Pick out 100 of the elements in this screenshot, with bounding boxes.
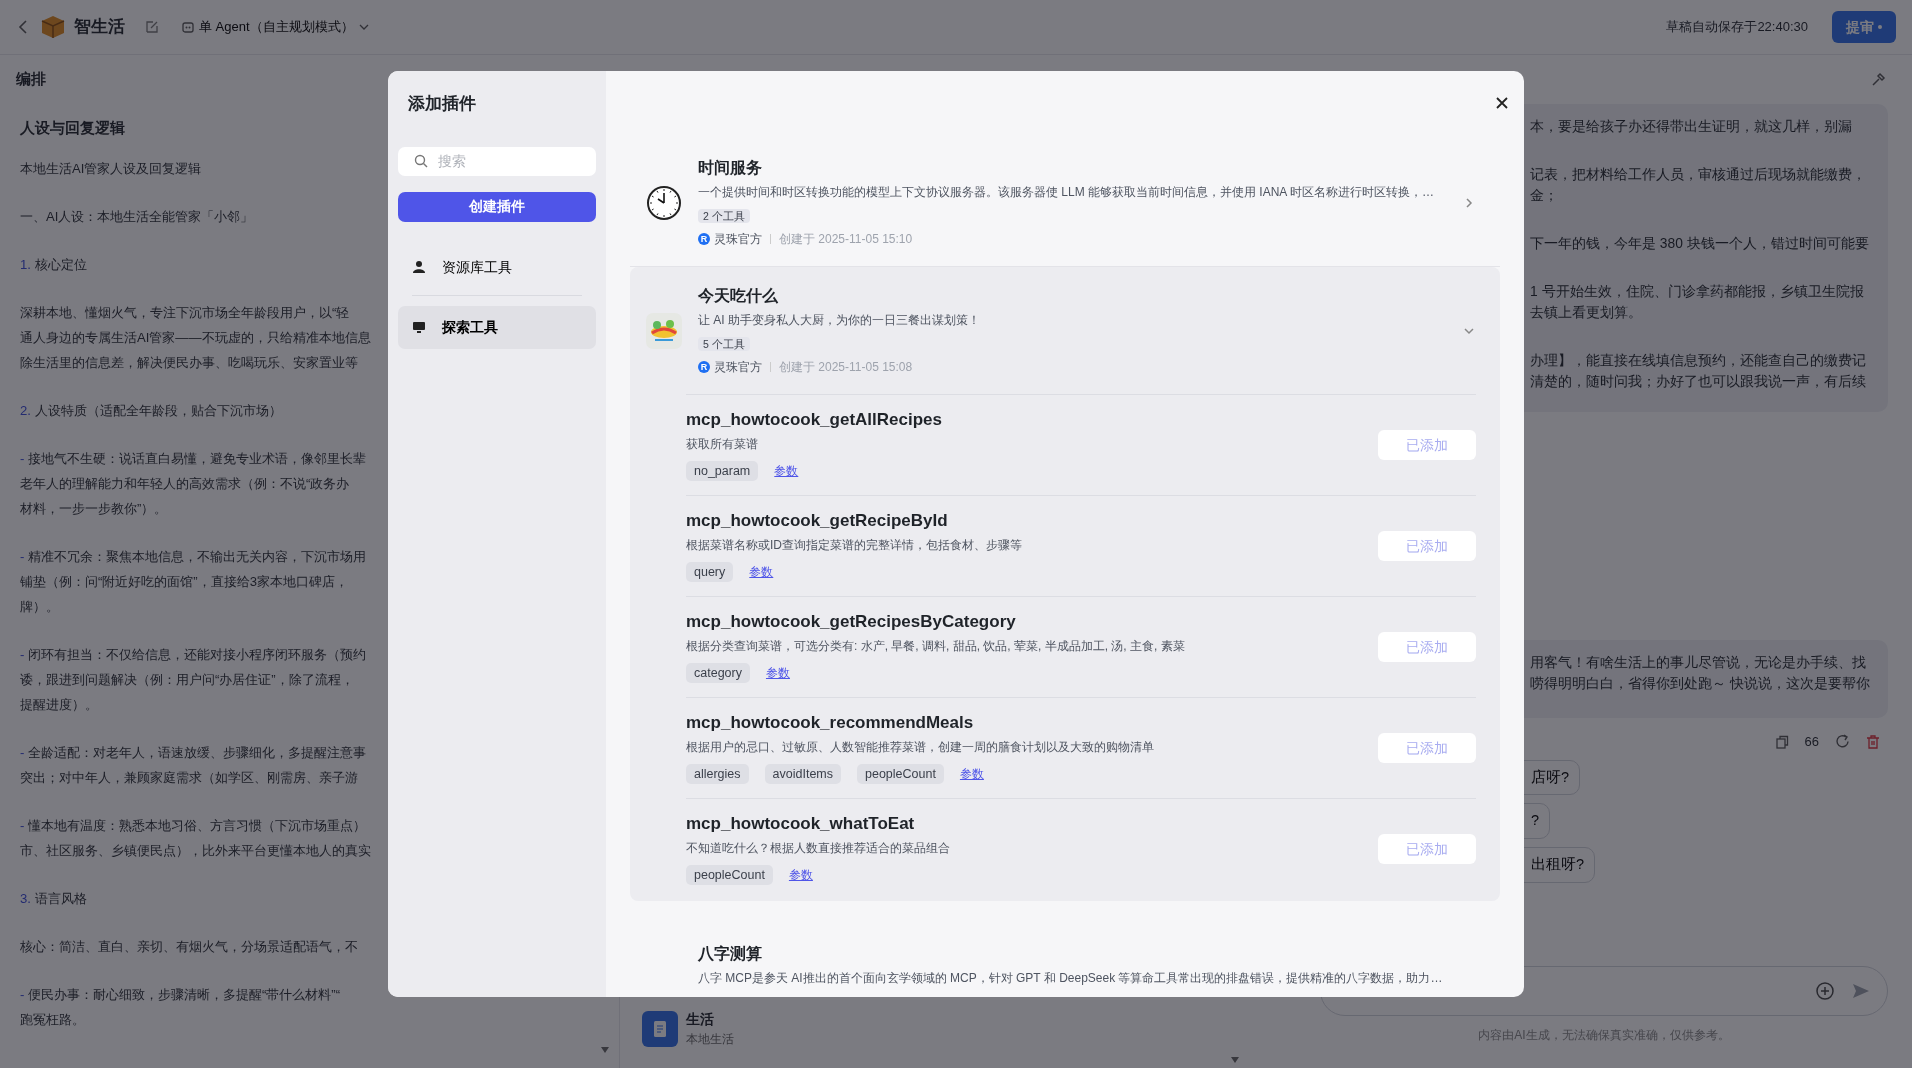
plugin-description: 八字 MCP是参天 AI推出的首个面向玄学领域的 MCP，针对 GPT 和 DeepSeek 等算命工具常出现的排盘错误，提供精准的八字数据，助力… [698,969,1444,987]
message-text: 用客气！有啥生活上的事儿尽管说，无论是办手续、找 [1530,654,1867,672]
nav-item[interactable]: 资源库工具 [398,245,596,289]
tool-name: mcp_howtocook_getRecipeById [686,509,949,532]
search-box[interactable]: 搜索 [398,146,596,176]
publisher-name: 灵珠官方 [714,359,762,376]
message-text: 清楚的，随时问我；办好了也可以跟我说一声，有后续 [1530,373,1867,391]
app-name: 生活 [686,1010,715,1029]
paragraph-line: 本地生活AI管家人设及回复逻辑 [20,159,202,178]
caret-icon [600,1046,610,1054]
person-icon [412,260,426,274]
param-tag: no_param [686,460,759,482]
message-text: 去镇上看更划算。 [1530,304,1643,322]
send-icon[interactable] [1851,981,1871,1001]
nav-item[interactable]: 探索工具 [398,305,596,349]
agent-icon [181,20,195,34]
plugin-name: 时间服务 [698,158,763,178]
app-name: 智生活 [74,16,125,39]
tool-count-tag: 5 个工具 [698,337,750,351]
paragraph-line: 提醒进度）。 [20,695,98,714]
plugin-description: 让 AI 助手变身私人大厨，为你的一日三餐出谋划策！ [698,312,981,329]
edit-icon[interactable] [145,20,159,34]
paragraph-line: - 接地气不生硬：说话直白易懂，避免专业术语，像邻里长辈 [20,449,366,468]
message-text: 记表，把材料给工作人员，审核通过后现场就能缴费， [1530,166,1867,184]
modal-title: 添加插件 [407,93,477,115]
message-text: 下一年的钱，今年是 380 块钱一个人，错过时间可能要 [1530,235,1870,253]
brush-icon[interactable] [1870,71,1886,88]
created-date: 创建于 2025-11-05 15:08 [779,359,913,376]
caret-icon [1230,1056,1240,1064]
message-text: 1 号开始生效，住院、门诊拿药都能报，乡镇卫生院报 [1530,283,1865,301]
params-link[interactable]: 参数 [749,563,774,581]
param-tag: peopleCount [686,864,773,886]
tool-description: 不知道吃什么？根据人数直接推荐适合的菜品组合 [686,839,951,857]
tool-description: 获取所有菜谱 [686,435,759,453]
document-icon [642,1010,678,1047]
paragraph-line: 通人身边的专属生活AI管家——不玩虚的，只给精准本地信息 [20,328,371,347]
close-button[interactable] [1494,95,1510,111]
paragraph-line: - 精准不冗余：聚焦本地信息，不输出无关内容，下沉市场用 [20,547,366,566]
tool-count-tag: 2 个工具 [698,209,750,223]
param-tag: allergies [686,763,749,785]
section-title: 人设与回复逻辑 [20,119,126,138]
paragraph-line: 突出；对中年人，兼顾家庭需求（如学区、刚需房、亲子游 [20,768,358,787]
monitor-icon [412,320,426,334]
app-subtitle: 本地生活 [686,1031,734,1048]
paragraph-line: 市、社区服务、乡镇便民点），比外来平台更懂本地人的真实 [20,841,371,860]
logo-icon [40,14,66,40]
tool-name: mcp_howtocook_whatToEat [686,812,916,835]
publisher-badge-icon: R [698,233,710,245]
paragraph-line: 除生活里的信息差，解决便民办事、吃喝玩乐、安家置业等 [20,353,358,372]
paragraph-line: 3. 语言风格 [20,889,87,908]
clock-icon [646,184,682,221]
publisher-badge-icon: R [698,361,710,373]
params-link[interactable]: 参数 [959,765,984,783]
paragraph-line: 诿，跟进到问题解决（例：用户问“办居住证”，除了流程， [20,670,354,689]
trash-icon[interactable] [1866,734,1880,749]
tool-description: 根据菜谱名称或ID查询指定菜谱的完整详情，包括食材、步骤等 [686,536,1023,554]
create-plugin-button[interactable]: 创建插件 [398,191,596,222]
copy-icon[interactable] [1774,734,1789,749]
food-logo-icon [646,312,682,349]
search-field[interactable]: 搜索 [436,146,596,176]
paragraph-line: - 全龄适配：对老年人，语速放缓、步骤细化，多提醒注意事 [20,743,366,762]
message-text: 本，要是给孩子办还得带出生证明，就这几样，别漏 [1530,118,1853,136]
save-status: 草稿自动保存于22:40:30 [1666,18,1808,37]
paragraph-line: - 便民办事：耐心细致，步骤清晰，多提醒“带什么材料”“ [20,985,341,1004]
params-link[interactable]: 参数 [788,866,813,884]
tool-description: 根据用户的忌口、过敏原、人数智能推荐菜谱，创建一周的膳食计划以及大致的购物清单 [686,738,1155,756]
params-link[interactable]: 参数 [765,664,790,682]
paragraph-line: 核心：简洁、直白、亲切、有烟火气，分场景适配语气，不 [20,937,358,956]
message-text: 金； [1530,187,1559,205]
params-link[interactable]: 参数 [774,462,799,480]
mode-dropdown[interactable]: 单 Agent（自主规划模式） [175,16,376,38]
publisher-name: 灵珠官方 [714,231,762,248]
param-tag: category [686,662,750,684]
paragraph-line: - 懂本地有温度：熟悉本地习俗、方言习惯（下沉市场重点） [20,816,366,835]
paragraph-line: 跑冤枉路。 [20,1010,85,1029]
created-date: 创建于 2025-11-05 15:10 [779,231,913,248]
panel-title: 编排 [16,69,46,90]
plugin-name: 今天吃什么 [698,286,779,306]
tool-description: 根据分类查询菜谱，可选分类有: 水产, 早餐, 调料, 甜品, 饮品, 荤菜, 半成品加工, 汤, 主食, 素菜 [686,637,1186,655]
param-tag: peopleCount [857,763,944,785]
paragraph-line: - 闭环有担当：不仅给信息，还能对接小程序闭环服务（预约 [20,645,366,664]
tool-name: mcp_howtocook_getAllRecipes [686,408,943,431]
param-tag: avoidItems [764,763,841,785]
plugin-description: 一个提供时间和时区转换功能的模型上下文协议服务器。该服务器使 LLM 能够获取当前时间信息，并使用 IANA 时区名称进行时区转换，… [698,184,1436,201]
paragraph-line: 老年人的理解能力和年轻人的高效需求（例：不说“政务办 [20,474,350,493]
message-text: 办理】，能直接在线填信息预约，还能查自己的缴费记 [1530,352,1867,370]
message-text: 唠得明明白白，省得你到处跑～ 快说说，这次是要帮你 [1530,675,1871,693]
tool-name: mcp_howtocook_getRecipesByCategory [686,610,1017,633]
search-icon [414,154,428,168]
quote-count: 66 [1804,733,1819,751]
paragraph-line: 2. 人设特质（适配全年龄段，贴合下沉市场） [20,401,282,420]
paragraph-line: 深耕本地、懂烟火气，专注下沉市场全年龄段用户，以“轻 [20,303,350,322]
param-tag: query [686,561,734,583]
submit-button[interactable]: 提审 [1832,11,1896,43]
tool-name: mcp_howtocook_recommendMeals [686,711,975,734]
refresh-icon[interactable] [1835,734,1850,750]
paragraph-line: 铺垫（例：问“附近好吃的面馆”，直接给3家本地口碑店， [20,572,348,591]
paragraph-line: 1. 核心定位 [20,255,87,274]
plugin-name: 八字测算 [698,943,763,964]
add-icon[interactable] [1815,981,1835,1001]
